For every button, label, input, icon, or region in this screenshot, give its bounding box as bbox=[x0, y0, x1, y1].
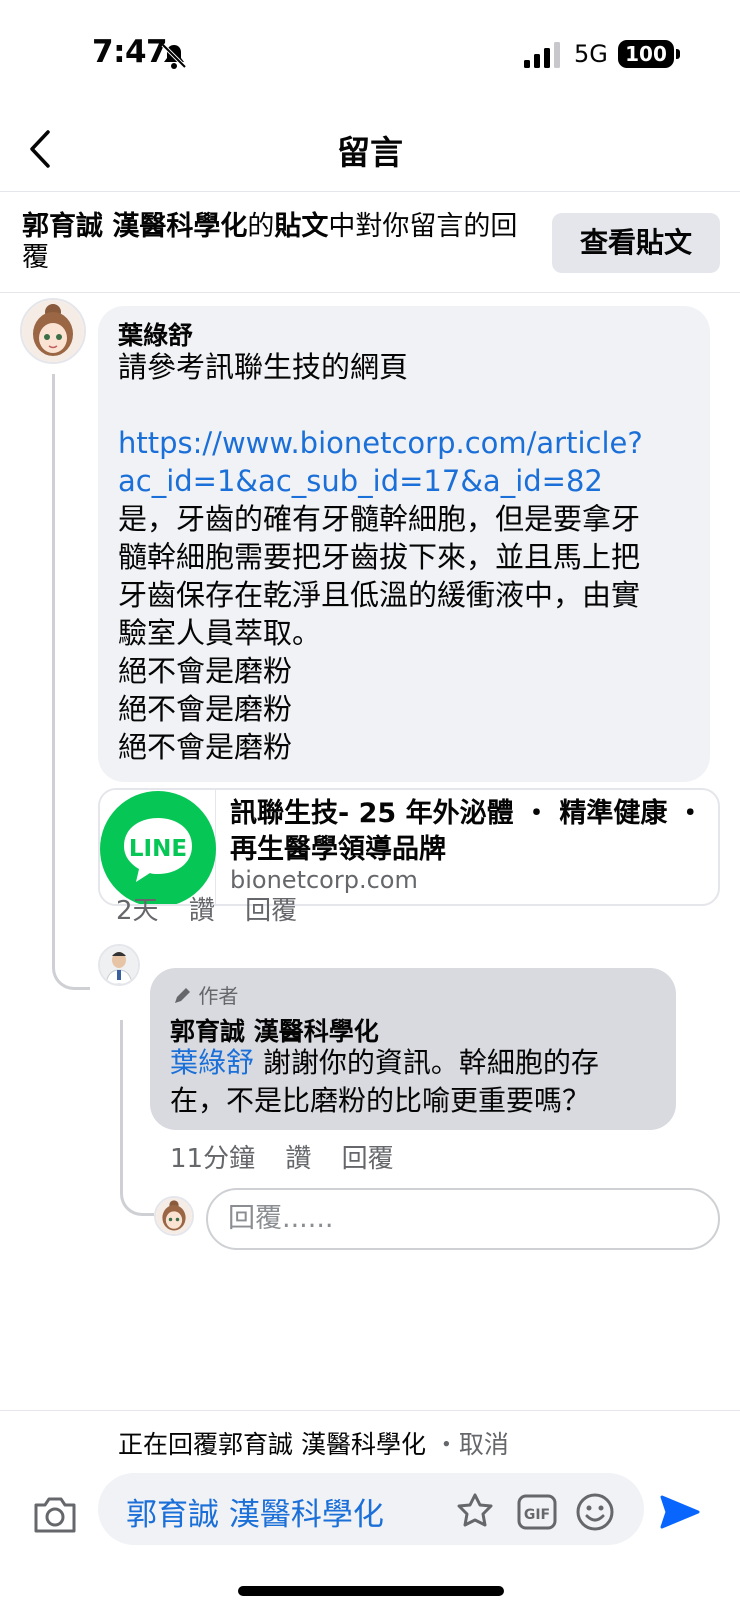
link-preview-card[interactable]: LINE 訊聯生技- 25 年外泌體 ・ 精準健康 ・ 再生醫學領導品牌 bio… bbox=[98, 788, 720, 906]
replying-to-text: 正在回覆郭育誠 漢醫科學化 bbox=[118, 1430, 426, 1459]
signal-icon bbox=[524, 42, 560, 68]
like-button[interactable]: 讚 bbox=[285, 1144, 311, 1174]
author-badge: 作者 bbox=[172, 980, 238, 1009]
comment-bubble[interactable]: 葉綠舒 請參考訊聯生技的網頁 https://www.bionetcorp.co… bbox=[98, 306, 710, 782]
reply-time: 11分鐘 bbox=[170, 1144, 256, 1174]
comment-line: 絕不會是磨粉 bbox=[118, 654, 293, 688]
reply-author[interactable]: 郭育誠 漢醫科學化 bbox=[170, 1012, 379, 1048]
home-indicator bbox=[238, 1586, 504, 1596]
post-word: 貼文 bbox=[274, 211, 329, 242]
card-title: 訊聯生技- 25 年外泌體 ・ 精準健康 ・ 再生醫學領導品牌 bbox=[230, 798, 704, 865]
reply-text: 謝謝你的資訊。幹細胞的存 bbox=[254, 1046, 599, 1079]
comment-line: 請參考訊聯生技的網頁 bbox=[118, 350, 409, 384]
reply-actions: 11分鐘 讚 回覆 bbox=[170, 1138, 416, 1175]
network-type: 5G bbox=[574, 40, 608, 68]
reply-button[interactable]: 回覆 bbox=[342, 1144, 394, 1174]
avatar[interactable] bbox=[20, 298, 86, 364]
avatar[interactable] bbox=[98, 944, 140, 986]
line-logo-icon: LINE bbox=[100, 791, 216, 904]
send-icon[interactable] bbox=[658, 1491, 702, 1533]
comment-line: 絕不會是磨粉 bbox=[118, 730, 293, 764]
like-button[interactable]: 讚 bbox=[189, 896, 215, 926]
line-logo: LINE bbox=[100, 790, 216, 904]
comment-line: 牙齒保存在乾淨且低溫的緩衝液中，由實 bbox=[118, 578, 641, 612]
bell-off-icon bbox=[161, 43, 187, 69]
mention[interactable]: 葉綠舒 bbox=[170, 1046, 254, 1079]
composer: 正在回覆郭育誠 漢醫科學化 ・取消 郭育誠 漢醫科學化 GIF bbox=[0, 1410, 740, 1608]
gif-icon[interactable]: GIF bbox=[516, 1491, 558, 1533]
context-mid: 的 bbox=[247, 211, 275, 242]
avatar-doctor-icon bbox=[100, 946, 138, 984]
context-text: 郭育誠 漢醫科學化的貼文中對你留言的回覆 bbox=[22, 211, 542, 273]
status-bar: 7:47 5G 100 bbox=[0, 0, 740, 104]
thread-connector bbox=[120, 1020, 154, 1216]
avatar-girl-icon bbox=[156, 1198, 192, 1234]
reply-text-line: 葉綠舒 謝謝你的資訊。幹細胞的存 bbox=[170, 1044, 670, 1082]
reply-text-line: 在，不是比磨粉的比喻更重要嗎？ bbox=[170, 1084, 591, 1117]
avatar bbox=[154, 1196, 194, 1236]
battery-icon: 100 bbox=[618, 40, 680, 68]
reply-bubble[interactable]: 作者 郭育誠 漢醫科學化 葉綠舒 謝謝你的資訊。幹細胞的存 在，不是比磨粉的比喻… bbox=[150, 968, 676, 1130]
comment-line: 絕不會是磨粉 bbox=[118, 692, 293, 726]
comment-author[interactable]: 葉綠舒 bbox=[118, 316, 193, 352]
emoji-icon[interactable] bbox=[574, 1491, 616, 1533]
comment-line: 是，牙齒的確有牙髓幹細胞，但是要拿牙 bbox=[118, 502, 641, 536]
comment-field[interactable]: 郭育誠 漢醫科學化 bbox=[98, 1473, 644, 1545]
comment-link[interactable]: https://www.bionetcorp.com/article? bbox=[118, 424, 643, 462]
comment-link[interactable]: ac_id=1&ac_sub_id=17&a_id=82 bbox=[118, 462, 603, 500]
comment-actions: 2天 讚 回覆 bbox=[116, 890, 319, 927]
post-context: 郭育誠 漢醫科學化的貼文中對你留言的回覆 查看貼文 bbox=[0, 193, 740, 293]
cancel-reply-button[interactable]: ・取消 bbox=[434, 1430, 509, 1459]
comment-line: 驗室人員萃取。 bbox=[118, 616, 322, 650]
nav-header: 留言 bbox=[0, 104, 740, 192]
avatar-sticker-icon[interactable] bbox=[454, 1491, 496, 1533]
camera-icon[interactable] bbox=[32, 1495, 78, 1535]
svg-text:GIF: GIF bbox=[524, 1507, 550, 1523]
comment-line: 髓幹細胞需要把牙齒拔下來，並且馬上把 bbox=[118, 540, 641, 574]
status-time: 7:47 bbox=[92, 34, 168, 70]
comment-time: 2天 bbox=[116, 896, 159, 926]
thread-connector bbox=[52, 374, 90, 990]
pencil-icon bbox=[175, 988, 190, 1003]
reply-input[interactable]: 回覆...... bbox=[206, 1188, 720, 1250]
post-author-name[interactable]: 郭育誠 漢醫科學化 bbox=[22, 211, 247, 242]
author-badge-label: 作者 bbox=[198, 984, 239, 1008]
avatar-girl-icon bbox=[22, 300, 84, 362]
line-logo-text: LINE bbox=[129, 836, 187, 862]
page-title: 留言 bbox=[337, 133, 403, 172]
reply-button[interactable]: 回覆 bbox=[245, 896, 297, 926]
field-text: 郭育誠 漢醫科學化 bbox=[126, 1497, 384, 1533]
view-post-button[interactable]: 查看貼文 bbox=[552, 213, 720, 273]
replying-indicator: 正在回覆郭育誠 漢醫科學化 ・取消 bbox=[118, 1425, 509, 1461]
